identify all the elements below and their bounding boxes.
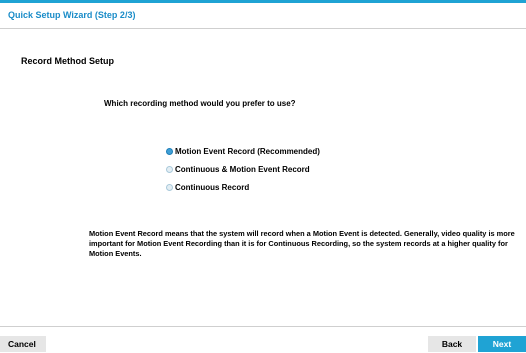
cancel-button[interactable]: Cancel (0, 336, 46, 352)
wizard-title: Quick Setup Wizard (Step 2/3) (8, 10, 136, 20)
option-label: Continuous Record (175, 183, 250, 192)
option-motion-event-record[interactable]: Motion Event Record (Recommended) (166, 146, 320, 157)
next-button[interactable]: Next (478, 336, 526, 352)
back-button[interactable]: Back (428, 336, 476, 352)
radio-unselected-icon[interactable] (166, 184, 173, 191)
option-continuous-and-motion-event-record[interactable]: Continuous & Motion Event Record (166, 164, 320, 175)
method-description: Motion Event Record means that the syste… (89, 229, 515, 258)
option-label: Continuous & Motion Event Record (175, 165, 310, 174)
quick-setup-wizard: Quick Setup Wizard (Step 2/3) Record Met… (0, 0, 526, 353)
title-bar: Quick Setup Wizard (Step 2/3) (0, 3, 526, 29)
radio-selected-icon[interactable] (166, 148, 173, 155)
option-continuous-record[interactable]: Continuous Record (166, 182, 320, 193)
question-text: Which recording method would you prefer … (104, 99, 296, 108)
option-label: Motion Event Record (Recommended) (175, 147, 320, 156)
radio-unselected-icon[interactable] (166, 166, 173, 173)
record-method-options: Motion Event Record (Recommended) Contin… (166, 146, 320, 200)
section-title: Record Method Setup (21, 56, 115, 66)
